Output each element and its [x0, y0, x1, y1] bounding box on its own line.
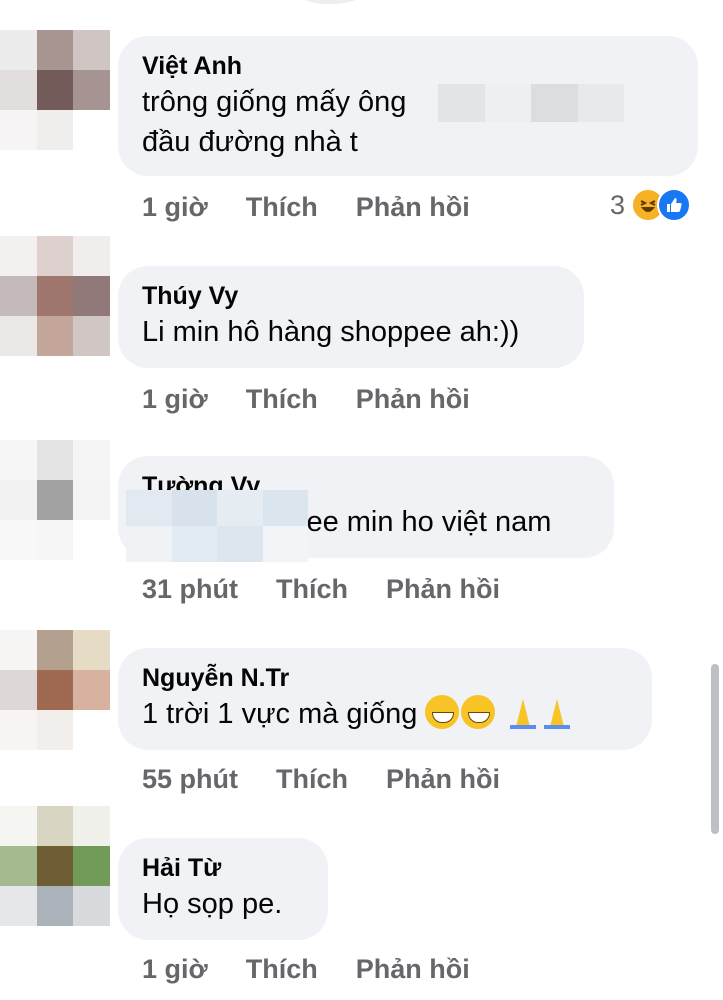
comment-actions: 1 giờ Thích Phản hồi — [142, 954, 470, 985]
comment-author[interactable]: Thúy Vy — [142, 280, 558, 312]
avatar[interactable] — [0, 630, 110, 750]
avatar[interactable] — [0, 30, 110, 150]
comment-bubble[interactable]: Hải Từ Họ sọp pe. — [118, 838, 328, 940]
comment-bubble[interactable]: Nguyễn N.Tr 1 trời 1 vực mà giống — [118, 648, 652, 750]
reply-button[interactable]: Phản hồi — [356, 192, 470, 223]
comment-author[interactable]: Việt Anh — [142, 50, 672, 82]
comment-time[interactable]: 1 giờ — [142, 384, 208, 415]
previous-item-edge — [300, 0, 360, 4]
comment-text-line: Họ sọp pe. — [142, 888, 283, 920]
like-button[interactable]: Thích — [246, 192, 318, 223]
comment-text: 1 trời 1 vực mà giống — [142, 694, 626, 740]
comment-author[interactable]: Nguyễn N.Tr — [142, 662, 626, 694]
avatar[interactable] — [0, 236, 110, 356]
reply-button[interactable]: Phản hồi — [356, 384, 470, 415]
comment-actions: 1 giờ Thích Phản hồi — [142, 192, 470, 223]
praying-hands-icon — [506, 695, 574, 740]
comment-time[interactable]: 55 phút — [142, 764, 238, 795]
comment-actions: 55 phút Thích Phản hồi — [142, 764, 500, 795]
comment-time[interactable]: 1 giờ — [142, 954, 208, 985]
avatar[interactable] — [0, 806, 110, 926]
reaction-summary[interactable]: 3 — [610, 188, 692, 222]
grinning-sweat-emoji-icon — [461, 695, 496, 729]
censor-blur — [438, 84, 624, 122]
avatar[interactable] — [0, 440, 110, 560]
like-button[interactable]: Thích — [246, 954, 318, 985]
comment-bubble[interactable]: Thúy Vy Li min hô hàng shoppee ah:)) — [118, 266, 584, 368]
grinning-sweat-emoji-icon — [425, 695, 460, 729]
comment-text-line: đầu đường nhà t — [142, 126, 358, 158]
reaction-count: 3 — [610, 189, 626, 220]
comment-author[interactable]: Hải Từ — [142, 852, 302, 884]
reply-button[interactable]: Phản hồi — [386, 574, 500, 605]
like-button[interactable]: Thích — [246, 384, 318, 415]
censor-blur — [126, 490, 308, 562]
like-button[interactable]: Thích — [276, 764, 348, 795]
comment-text-line: lee min ho việt nam — [300, 506, 552, 538]
comment-text-line: 1 trời 1 vực mà giống — [142, 698, 418, 730]
comment-text: Li min hô hàng shoppee ah:)) — [142, 312, 558, 352]
comment-actions: 1 giờ Thích Phản hồi — [142, 384, 470, 415]
comment-actions: 31 phút Thích Phản hồi — [142, 574, 500, 605]
reply-button[interactable]: Phản hồi — [386, 764, 500, 795]
comment-text-line: Li min hô hàng shoppee ah:)) — [142, 316, 520, 348]
comment-time[interactable]: 1 giờ — [142, 192, 208, 223]
comment-time[interactable]: 31 phút — [142, 574, 238, 605]
reply-button[interactable]: Phản hồi — [356, 954, 470, 985]
comment-text: Họ sọp pe. — [142, 884, 302, 924]
like-icon — [657, 188, 692, 222]
scrollbar[interactable] — [711, 664, 719, 834]
like-button[interactable]: Thích — [276, 574, 348, 605]
